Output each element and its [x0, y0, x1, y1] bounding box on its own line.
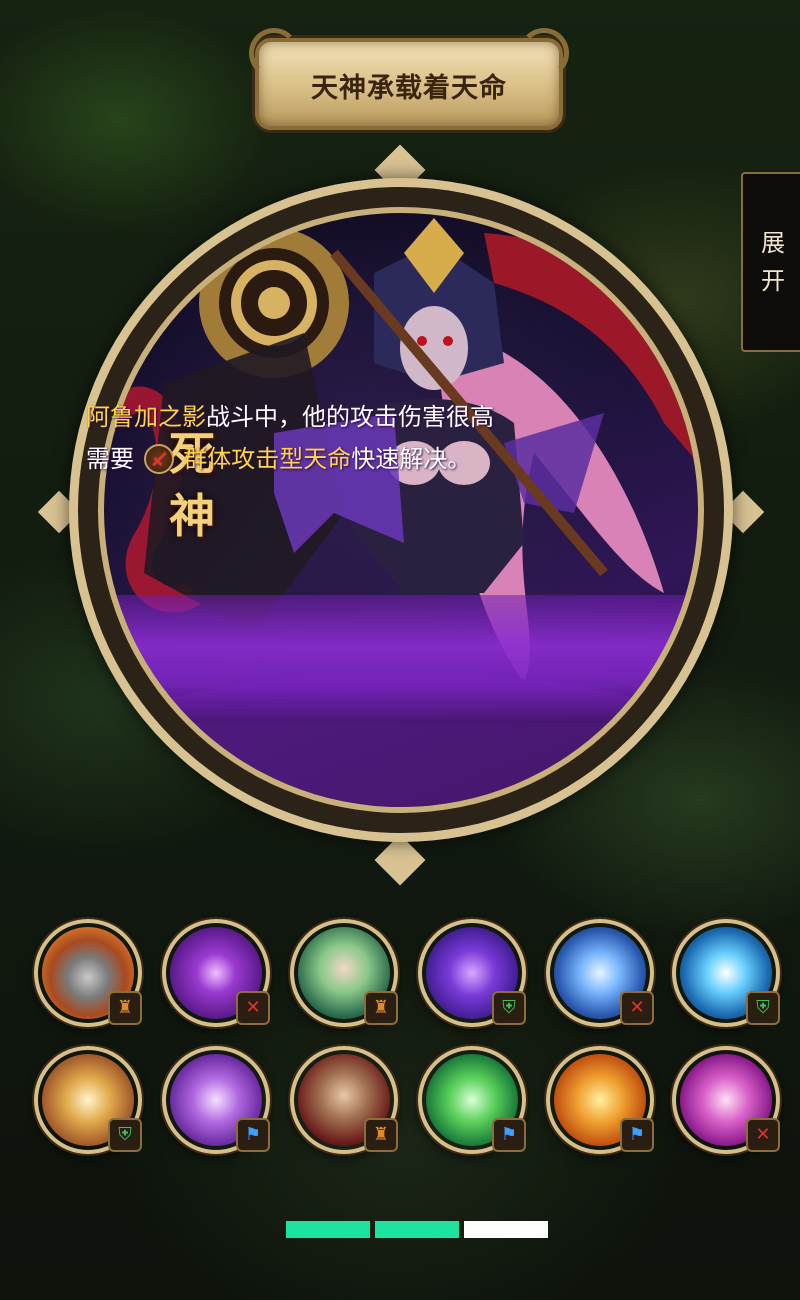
tank-role-icon: ♜ — [364, 991, 398, 1025]
expand-label-top: 展 — [761, 229, 785, 257]
desc-text-2: 需要 — [86, 445, 134, 473]
expand-label-bottom: 开 — [761, 267, 785, 295]
fate-icon-blue-cross[interactable]: ⛨ — [672, 919, 780, 1027]
dps-role-icon: ✕ — [236, 991, 270, 1025]
title-banner: 天神承载着天命 — [249, 28, 569, 130]
fate-icon-old-captain[interactable]: ♜ — [290, 1046, 398, 1154]
fate-icon-green-hooded-girl[interactable]: ♜ — [290, 919, 398, 1027]
tank-role-icon: ♜ — [108, 991, 142, 1025]
tank-role-icon: ♜ — [364, 1118, 398, 1152]
fate-icon-lightning-sword[interactable]: ✕ — [546, 919, 654, 1027]
dps-role-icon: ✕ — [746, 1118, 780, 1152]
description-band — [104, 595, 698, 723]
fate-icon-fire-emblem[interactable]: ⚑ — [546, 1046, 654, 1154]
support-role-icon: ⛨ — [492, 991, 526, 1025]
control-role-icon: ⚑ — [236, 1118, 270, 1152]
control-role-icon: ⚑ — [620, 1118, 654, 1152]
page-title: 天神承载着天命 — [311, 73, 507, 104]
hero-name-char2: 神 — [169, 489, 215, 543]
page-dot-2[interactable] — [375, 1221, 459, 1238]
fate-icon-green-clover[interactable]: ⚑ — [418, 1046, 526, 1154]
fate-icon-knight-helmet[interactable]: ♜ — [34, 919, 142, 1027]
support-role-icon: ⛨ — [746, 991, 780, 1025]
desc-boss-name: 阿鲁加之影 — [86, 403, 206, 431]
fate-icon-purple-orb[interactable]: ✕ — [162, 919, 270, 1027]
desc-fate-type: 群体攻击型天命 — [183, 445, 352, 473]
support-role-icon: ⛨ — [108, 1118, 142, 1152]
desc-text-1: 战斗中，他的攻击伤害很高 — [206, 403, 494, 431]
hero-portrait: 死 神 — [104, 213, 698, 807]
fate-icon-purple-clock[interactable]: ⚑ — [162, 1046, 270, 1154]
expand-button[interactable]: 展 开 — [741, 172, 800, 352]
page-dot-1[interactable] — [286, 1221, 370, 1238]
fate-icon-golden-light-beam[interactable]: ⛨ — [34, 1046, 142, 1154]
control-role-icon: ⚑ — [492, 1118, 526, 1152]
dps-role-icon: ✕ — [620, 991, 654, 1025]
page-dot-3[interactable] — [464, 1221, 548, 1238]
hero-description: 阿鲁加之影战斗中，他的攻击伤害很高 需要 群体攻击型天命快速解决。 — [86, 396, 586, 480]
fate-icon-violet-vortex[interactable]: ⛨ — [418, 919, 526, 1027]
sword-icon — [143, 444, 174, 474]
desc-text-3: 快速解决。 — [351, 445, 472, 473]
fate-icon-pink-ring[interactable]: ✕ — [672, 1046, 780, 1154]
